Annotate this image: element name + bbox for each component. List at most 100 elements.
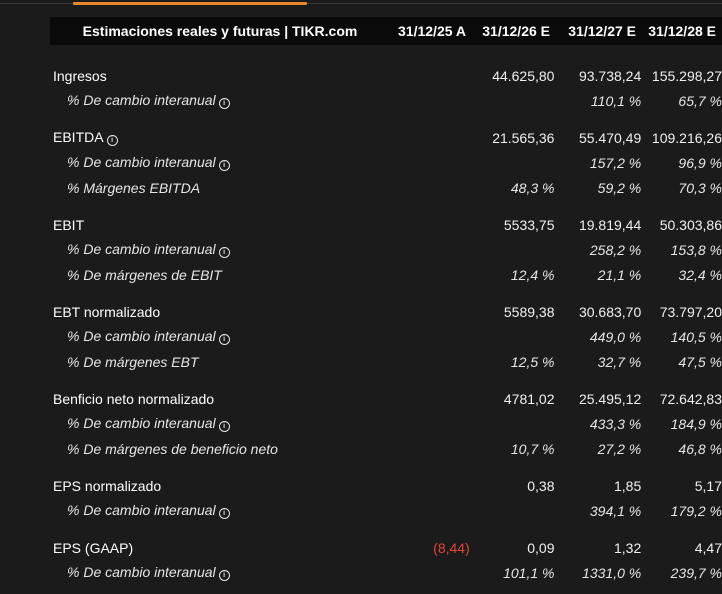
- row-label: % De márgenes de beneficio neto: [67, 440, 278, 457]
- table-cell: 30.683,70: [578, 303, 642, 320]
- row-label-text: % De cambio interanual: [67, 328, 216, 344]
- table-cell: 258,2 %: [589, 241, 642, 258]
- row-spacer: [50, 523, 722, 535]
- table-row[interactable]: Benficio neto normalizado 4781,02 25.495…: [50, 386, 722, 411]
- row-spacer: [50, 200, 722, 212]
- table-row[interactable]: EBITDA i 21.565,36 55.470,49 109.216,26: [50, 125, 722, 150]
- row-label: % De cambio interanual i: [50, 560, 393, 585]
- row-spacer: [50, 113, 722, 125]
- row-spacer: [50, 461, 722, 473]
- table-cell: 1,85: [614, 477, 642, 494]
- table-row[interactable]: % De cambio interanual i 449,0 % 140,5 %: [50, 324, 722, 349]
- row-label-text: EBITDA: [53, 129, 104, 145]
- table-row[interactable]: % Márgenes EBITDA 48,3 % 59,2 % 70,3 %: [50, 175, 722, 200]
- row-spacer: [50, 374, 722, 386]
- table-row[interactable]: % De márgenes EBT 12,5 % 32,7 % 47,5 %: [50, 349, 722, 374]
- table-cell: 1331,0 %: [582, 564, 642, 581]
- info-circle-icon[interactable]: i: [218, 160, 230, 171]
- table-row[interactable]: % De cambio interanual i 101,1 % 1331,0 %…: [50, 560, 722, 585]
- row-label-text: % De cambio interanual: [67, 241, 216, 257]
- row-label-text: % De cambio interanual: [67, 564, 216, 580]
- table-cell: 46,8 %: [678, 440, 722, 457]
- table-cell: 5589,38: [503, 303, 555, 320]
- row-label: % De cambio interanual i: [50, 150, 393, 175]
- table-cell: [470, 237, 555, 262]
- info-circle-icon[interactable]: i: [218, 570, 230, 581]
- table-cell: 239,7 %: [670, 564, 722, 581]
- table-cell: 12,5 %: [510, 353, 555, 370]
- row-label: Benficio neto normalizado: [53, 390, 215, 407]
- table-cell: 0,38: [527, 477, 555, 494]
- table-cell: 155.298,27: [651, 67, 722, 84]
- table-cell: 109.216,26: [651, 129, 722, 146]
- column-header-2028[interactable]: 31/12/28 E: [636, 23, 716, 39]
- table-cell: 47,5 %: [678, 353, 722, 370]
- table-row[interactable]: % De cambio interanual i 394,1 % 179,2 %: [50, 498, 722, 523]
- table-cell: 65,7 %: [678, 92, 722, 109]
- table-cell: 449,0 %: [589, 328, 642, 345]
- table-cell: [393, 237, 470, 262]
- row-label: % De cambio interanual i: [50, 88, 393, 113]
- table-cell: 32,7 %: [597, 353, 642, 370]
- table-cell: 70,3 %: [678, 179, 722, 196]
- table-cell: [393, 349, 470, 374]
- table-cell: 25.495,12: [578, 390, 642, 407]
- row-label: % Márgenes EBITDA: [67, 179, 201, 196]
- table-row[interactable]: % De márgenes de beneficio neto 10,7 % 2…: [50, 436, 722, 461]
- row-spacer: [50, 287, 722, 299]
- row-label: % De cambio interanual i: [50, 498, 393, 523]
- table-cell: 59,2 %: [597, 179, 642, 196]
- row-label-text: % De cambio interanual: [67, 92, 216, 108]
- row-label-text: % De cambio interanual: [67, 415, 216, 431]
- info-circle-icon[interactable]: i: [218, 508, 230, 519]
- table-cell: 96,9 %: [678, 154, 722, 171]
- row-label: EBITDA i: [50, 125, 393, 150]
- info-circle-icon[interactable]: i: [218, 421, 230, 432]
- table-row[interactable]: EBIT 5533,75 19.819,44 50.303,86: [50, 212, 722, 237]
- table-cell: 157,2 %: [589, 154, 642, 171]
- info-circle-icon[interactable]: i: [106, 135, 118, 146]
- negative-value-cell: (8,44): [433, 539, 470, 556]
- table-cell: [470, 324, 555, 349]
- table-cell: [393, 560, 470, 585]
- row-label: % De cambio interanual i: [50, 411, 393, 436]
- table-cell: 153,8 %: [670, 241, 722, 258]
- table-cell: [393, 175, 470, 200]
- table-row[interactable]: % De cambio interanual i 110,1 % 65,7 %: [50, 88, 722, 113]
- column-header-2027[interactable]: 31/12/27 E: [550, 23, 636, 39]
- table-row[interactable]: % De cambio interanual i 157,2 % 96,9 %: [50, 150, 722, 175]
- column-header-2025[interactable]: 31/12/25 A: [390, 23, 466, 39]
- table-cell: 93.738,24: [578, 67, 642, 84]
- table-cell: 72.642,83: [659, 390, 722, 407]
- row-label: % De cambio interanual i: [50, 324, 393, 349]
- table-row[interactable]: % De márgenes de EBIT 12,4 % 21,1 % 32,4…: [50, 262, 722, 287]
- table-cell: [393, 262, 470, 287]
- table-row[interactable]: Ingresos 44.625,80 93.738,24 155.298,27: [50, 63, 722, 88]
- table-row[interactable]: % De cambio interanual i 433,3 % 184,9 %: [50, 411, 722, 436]
- row-label: % De márgenes EBT: [67, 353, 199, 370]
- info-circle-icon[interactable]: i: [218, 98, 230, 109]
- table-cell: [470, 150, 555, 175]
- table-cell: 10,7 %: [510, 440, 555, 457]
- table-cell: [393, 411, 470, 436]
- info-circle-icon[interactable]: i: [218, 247, 230, 258]
- row-label-text: % De cambio interanual: [67, 502, 216, 518]
- table-cell: [393, 299, 470, 324]
- table-cell: 21,1 %: [597, 266, 642, 283]
- table-row[interactable]: EPS (GAAP) (8,44) 0,09 1,32 4,47: [50, 535, 722, 560]
- table-row[interactable]: EBT normalizado 5589,38 30.683,70 73.797…: [50, 299, 722, 324]
- table-cell: 12,4 %: [510, 266, 555, 283]
- table-cell: 4781,02: [503, 390, 555, 407]
- table-cell: 179,2 %: [670, 502, 722, 519]
- table-cell: 394,1 %: [589, 502, 642, 519]
- info-circle-icon[interactable]: i: [218, 334, 230, 345]
- table-row[interactable]: EPS normalizado 0,38 1,85 5,17: [50, 473, 722, 498]
- table-cell: 27,2 %: [597, 440, 642, 457]
- table-row[interactable]: % De cambio interanual i 258,2 % 153,8 %: [50, 237, 722, 262]
- table-cell: 32,4 %: [678, 266, 722, 283]
- table-cell: 21.565,36: [492, 129, 555, 146]
- table-cell: 5533,75: [503, 216, 555, 233]
- row-label: EBIT: [53, 216, 85, 233]
- table-cell: [393, 150, 470, 175]
- column-header-2026[interactable]: 31/12/26 E: [466, 23, 550, 39]
